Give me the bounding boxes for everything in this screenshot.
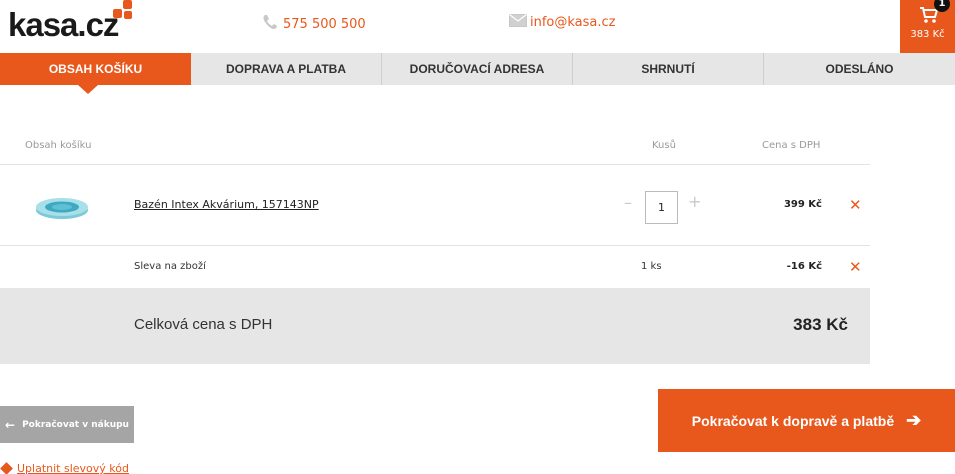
cart-count-badge: 1 — [934, 0, 950, 12]
step-summary[interactable]: SHRNUTÍ — [573, 53, 764, 85]
apply-voucher-label: Uplatnit slevový kód — [17, 462, 129, 474]
qty-increase-button[interactable]: + — [688, 192, 701, 211]
continue-to-shipping-button[interactable]: Pokračovat k dopravě a platbě ➔ — [658, 389, 955, 452]
arrow-right-icon: ➔ — [906, 410, 922, 430]
email-address: info@kasa.cz — [530, 15, 616, 30]
logo[interactable]: kasa.cz — [8, 6, 119, 44]
quantity-input[interactable]: 1 — [645, 191, 678, 224]
phone-icon — [262, 14, 280, 34]
column-header-price: Cena s DPH — [762, 140, 821, 151]
discount-qty: 1 ks — [641, 261, 662, 272]
item-price: 399 Kč — [783, 199, 822, 210]
continue-to-shipping-label: Pokračovat k dopravě a platbě — [691, 412, 895, 429]
remove-item-icon[interactable]: ✕ — [849, 196, 862, 214]
step-shipping-payment[interactable]: DOPRAVA A PLATBA — [191, 53, 382, 85]
voucher-icon — [0, 462, 13, 474]
logo-mark-icon — [113, 0, 135, 22]
total-bar: Celková cena s DPH 383 Kč — [0, 288, 870, 364]
arrow-left-icon: ← — [5, 417, 16, 432]
mail-icon — [509, 14, 527, 31]
continue-shopping-label: Pokračovat v nákupu — [22, 419, 129, 430]
step-sent[interactable]: ODESLÁNO — [764, 53, 955, 85]
total-label: Celková cena s DPH — [134, 316, 273, 333]
column-header-qty: Kusů — [652, 140, 676, 151]
divider — [0, 245, 870, 246]
total-value: 383 Kč — [793, 315, 848, 334]
cart-total: 383 Kč — [910, 29, 945, 40]
column-header-items: Obsah košíku — [25, 140, 92, 151]
continue-shopping-button[interactable]: ← Pokračovat v nákupu — [0, 406, 134, 443]
divider — [0, 164, 870, 165]
discount-price: -16 Kč — [786, 261, 822, 272]
product-image[interactable] — [34, 195, 90, 221]
step-delivery-address[interactable]: DORUČOVACÍ ADRESA — [382, 53, 573, 85]
remove-discount-icon[interactable]: ✕ — [849, 258, 862, 276]
phone-number: 575 500 500 — [283, 16, 366, 32]
phone-contact[interactable]: 575 500 500 — [262, 14, 366, 34]
checkout-steps: OBSAH KOŠÍKU DOPRAVA A PLATBA DORUČOVACÍ… — [0, 53, 955, 94]
cart-button[interactable]: 1 383 Kč — [900, 0, 955, 53]
qty-decrease-button[interactable]: – — [624, 193, 632, 212]
step-cart-contents[interactable]: OBSAH KOŠÍKU — [0, 53, 191, 94]
apply-voucher-link[interactable]: Uplatnit slevový kód — [0, 462, 129, 474]
email-contact[interactable]: info@kasa.cz — [509, 14, 616, 31]
discount-label: Sleva na zboží — [134, 261, 206, 272]
product-name-link[interactable]: Bazén Intex Akvárium, 157143NP — [134, 198, 319, 211]
header: kasa.cz 575 500 500 info@kasa.cz 1 383 K… — [0, 0, 955, 53]
